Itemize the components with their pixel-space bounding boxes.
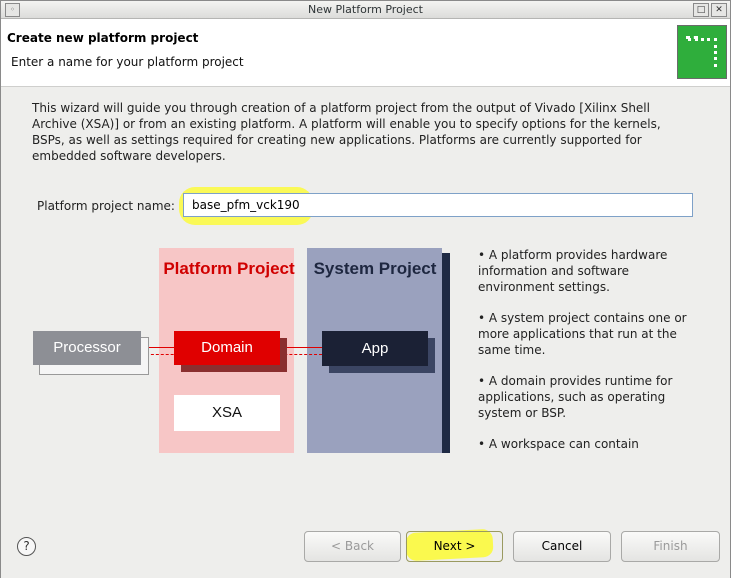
- platform-project-title: Platform Project: [163, 259, 295, 278]
- wizard-description: This wizard will guide you through creat…: [32, 101, 661, 163]
- bottom-edge: [0, 578, 731, 582]
- cancel-button[interactable]: Cancel: [513, 531, 611, 562]
- wizard-header: Create new platform project Enter a name…: [1, 19, 730, 87]
- next-button[interactable]: Next >: [406, 531, 503, 562]
- system-project-title: System Project: [313, 259, 437, 278]
- processor-box: Processor: [33, 331, 141, 365]
- wizard-title: Create new platform project: [7, 31, 199, 45]
- bullet-workspace: • A workspace can contain: [478, 437, 639, 451]
- finish-button[interactable]: Finish: [621, 531, 720, 562]
- maximize-icon[interactable]: □: [693, 3, 709, 17]
- help-icon[interactable]: ?: [17, 537, 36, 556]
- bullet-domain: • A domain provides runtime for applicat…: [478, 374, 673, 420]
- xsa-box: XSA: [174, 395, 280, 431]
- system-panel-edge: [442, 253, 450, 453]
- back-button[interactable]: < Back: [304, 531, 401, 562]
- close-icon[interactable]: ✕: [711, 3, 727, 17]
- project-name-input[interactable]: [183, 193, 693, 217]
- wizard-subtitle: Enter a name for your platform project: [11, 55, 244, 69]
- wizard-banner-icon: [677, 25, 727, 79]
- bullet-system-project: • A system project contains one or more …: [478, 311, 687, 357]
- domain-box: Domain: [174, 331, 280, 365]
- info-bullets: • A platform provides hardware informati…: [478, 247, 698, 467]
- new-platform-project-dialog: ◦ New Platform Project □ ✕ Create new pl…: [0, 0, 731, 580]
- title-bar: ◦ New Platform Project □ ✕: [1, 1, 730, 19]
- window-title: New Platform Project: [307, 3, 423, 16]
- bullet-platform: • A platform provides hardware informati…: [478, 248, 668, 294]
- app-box: App: [322, 331, 428, 366]
- project-name-label: Platform project name:: [37, 199, 175, 213]
